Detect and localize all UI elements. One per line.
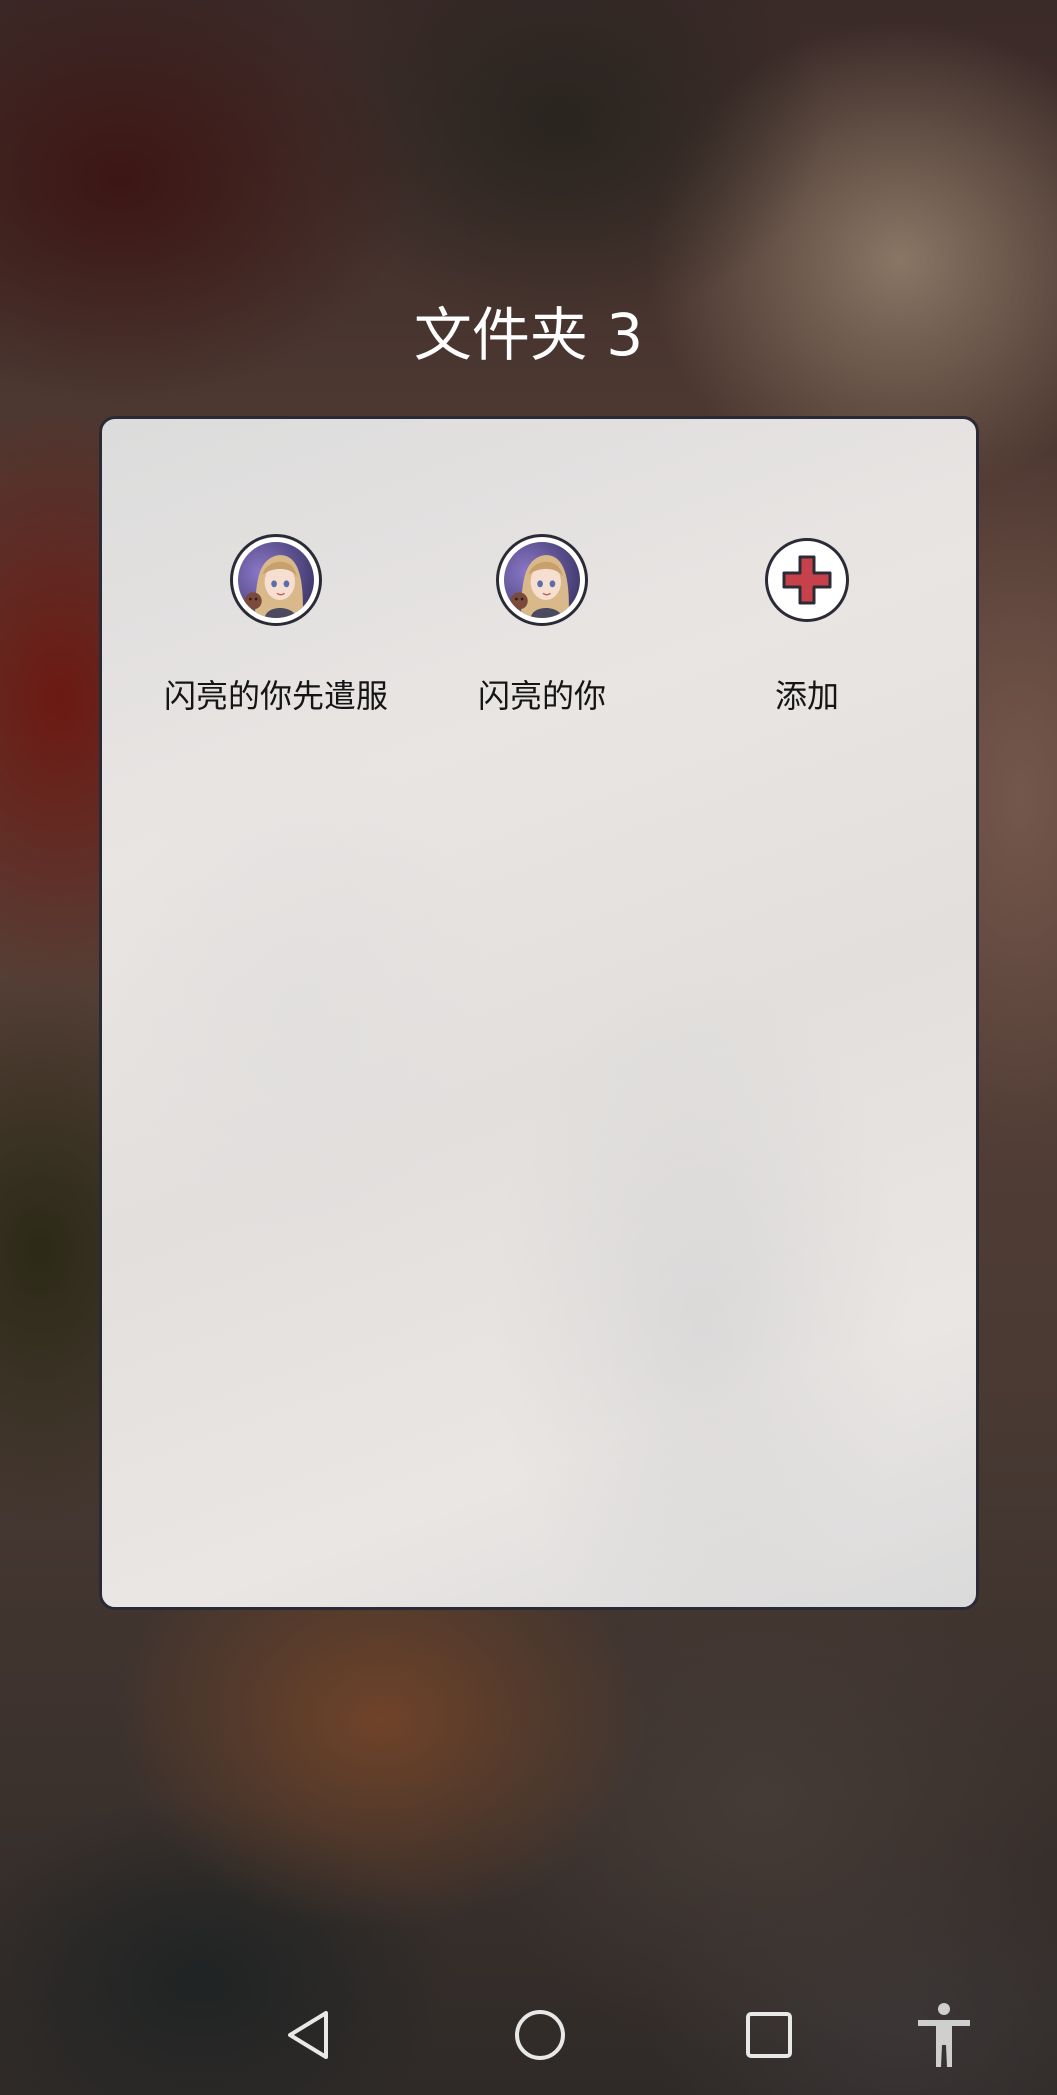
home-button[interactable] xyxy=(495,1990,585,2080)
app-label: 闪亮的你先遣服 xyxy=(163,677,388,715)
recents-square-icon xyxy=(746,2012,792,2058)
add-app-button[interactable]: 添加 xyxy=(675,534,939,734)
back-button[interactable] xyxy=(263,1990,353,2080)
app-shiny-you-preview[interactable]: 闪亮的你先遣服 xyxy=(144,534,408,734)
add-plus-icon xyxy=(765,538,849,622)
accessibility-person-icon xyxy=(918,2003,970,2067)
game-avatar-icon xyxy=(230,534,322,626)
game-avatar-icon xyxy=(496,534,588,626)
home-circle-icon xyxy=(515,2010,565,2060)
back-triangle-icon xyxy=(288,2011,328,2059)
navigation-bar xyxy=(0,1990,1057,2080)
folder-panel: 闪亮的你先遣服 闪亮的你 添加 xyxy=(99,416,979,1610)
folder-title[interactable]: 文件夹 3 xyxy=(0,295,1057,375)
app-shiny-you[interactable]: 闪亮的你 xyxy=(410,534,674,734)
app-label: 添加 xyxy=(774,677,839,715)
accessibility-button[interactable] xyxy=(899,1990,989,2080)
app-label: 闪亮的你 xyxy=(477,677,606,715)
recents-button[interactable] xyxy=(724,1990,814,2080)
